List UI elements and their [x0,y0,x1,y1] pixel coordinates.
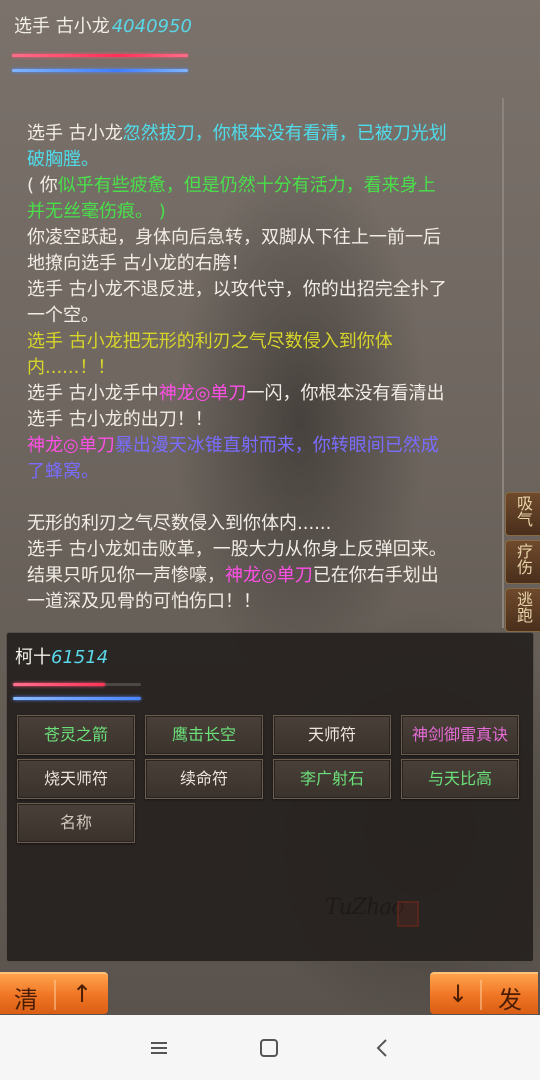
flee-button[interactable]: 逃跑 [505,588,540,632]
log-segment: 选手 古小龙的出刀！！ [27,409,213,430]
log-line: 地撩向选手 古小龙的右胯！ [27,251,477,277]
log-segment: 了蜂窝。 [27,461,99,482]
log-line: 选手 古小龙的出刀！！ [27,407,477,433]
log-segment: 一个空。 [27,305,99,326]
log-blank-line [27,485,477,511]
clear-button[interactable]: 清 [14,980,38,1015]
log-segment: 似乎有些疲惫，但是仍然十分有活力，看来身上 [57,175,436,196]
skill-button[interactable]: 烧天师符 [17,759,135,799]
opponent-hp: 4040950 [111,16,192,37]
player-hp-bar [13,683,105,686]
log-segment: 选手 古小龙手中 [27,383,159,404]
log-line: 了蜂窝。 [27,459,477,485]
log-line: 选手 古小龙如击败革，一股大力从你身上反弹回来。 [27,537,477,563]
skill-button[interactable]: 与天比高 [401,759,519,799]
divider [54,980,56,1010]
log-segment: 神龙◎单刀 [27,435,115,456]
log-line: 结果只听见你一声惨嚎，神龙◎单刀已在你右手划出 [27,563,477,589]
skill-button[interactable]: 神剑御雷真诀 [401,715,519,755]
side-label: 吸气 [514,495,533,527]
log-line: 你凌空跃起，身体向后急转，双脚从下往上一前一后 [27,225,477,251]
log-segment: 忽然拔刀，你根本没有看清，已被刀光划 [122,123,447,144]
log-segment: 神龙◎单刀 [158,383,247,404]
log-line: 无形的利刃之气尽数侵入到你体内...... [27,511,477,537]
log-line: 选手 古小龙把无形的利刃之气尽数侵入到你体 [27,329,477,355]
log-line: 神龙◎单刀暴出漫天冰锥直射而来，你转眼间已然成 [27,433,477,459]
combat-log[interactable]: 选手 古小龙忽然拔刀，你根本没有看清，已被刀光划 破胸膛。( 你似乎有些疲惫，但是… [27,121,477,629]
log-segment: 选手 古小龙 [27,123,123,144]
log-line: 选手 古小龙不退反进，以攻代守，你的出招完全扑了 [27,277,477,303]
log-segment: 暴出漫天冰锥直射而来，你转眼间已然成 [114,435,439,456]
right-control-group: ↓ 发 [430,972,538,1014]
log-line: ( 你似乎有些疲惫，但是仍然十分有活力，看来身上 [27,173,477,199]
home-icon[interactable] [258,1037,280,1059]
log-line: 选手 古小龙手中神龙◎单刀一闪，你根本没有看清出 [27,381,477,407]
log-line: 破胸膛。 [27,147,477,173]
log-line: 内......！！ [27,355,477,381]
log-line: 一道深及见骨的可怕伤口！！ [27,589,477,615]
log-segment: 地撩向选手 古小龙的右胯！ [27,253,249,274]
log-segment: 破胸膛。 [27,149,99,170]
opponent-header: 选手 古小龙 4040950 [14,12,192,42]
log-scrollbar[interactable] [502,98,504,628]
player-mp-bar [13,697,141,700]
log-line: 选手 古小龙忽然拔刀，你根本没有看清，已被刀光划 [27,121,477,147]
log-segment: 一道深及见骨的可怕伤口！！ [27,591,261,612]
player-name: 柯十 [15,647,51,668]
log-segment: 选手 古小龙把无形的利刃之气尽数侵入到你体 [27,331,393,352]
log-segment: 并无丝毫伤痕。 ) [27,201,166,222]
log-segment: 一闪，你根本没有看清出 [246,383,445,404]
skill-button[interactable]: 续命符 [145,759,263,799]
side-label: 逃跑 [514,591,533,623]
opponent-hp-bar [12,54,188,57]
left-control-group: 清 ↑ [0,972,108,1014]
player-panel: 柯十61514 苍灵之箭 鹰击长空 天师符 神剑御雷真诀 烧天师符 续命符 李广… [6,632,534,962]
scroll-up-button[interactable]: ↑ [72,980,92,1008]
heal-button[interactable]: 疗伤 [505,540,540,584]
system-nav-bar [0,1015,540,1080]
log-segment: 选手 古小龙不退反进，以攻代守，你的出招完全扑了 [27,279,447,300]
skill-button[interactable]: 鹰击长空 [145,715,263,755]
artist-signature: TuZhao [325,895,405,920]
log-segment: 结果只听见你一声惨嚎， [27,565,225,586]
side-label: 疗伤 [514,543,533,575]
log-segment: 无形的利刃之气尽数侵入到你体内...... [27,513,332,534]
skill-button[interactable]: 李广射石 [273,759,391,799]
opponent-name: 选手 古小龙 [14,16,110,37]
opponent-mp-bar [12,69,188,72]
log-segment: 已在你右手划出 [312,565,439,586]
skill-button[interactable]: 名称 [17,803,135,843]
log-segment: 选手 古小龙如击败革，一股大力从你身上反弹回来。 [27,539,447,560]
divider [480,980,482,1010]
log-segment: 你凌空跃起，身体向后急转，双脚从下往上一前一后 [27,227,441,248]
player-header: 柯十61514 [15,643,108,669]
log-line: 一个空。 [27,303,477,329]
absorb-qi-button[interactable]: 吸气 [505,492,540,536]
red-seal-stamp [397,901,419,927]
send-button[interactable]: 发 [498,980,522,1015]
player-hp: 61514 [51,647,109,668]
skill-button[interactable]: 天师符 [273,715,391,755]
skill-button[interactable]: 苍灵之箭 [17,715,135,755]
back-icon[interactable] [372,1037,394,1059]
log-segment: 内......！！ [27,357,116,378]
scroll-down-button[interactable]: ↓ [448,980,468,1008]
log-segment: 神龙◎单刀 [225,565,313,586]
log-segment: ( 你 [27,175,58,196]
menu-icon[interactable] [148,1037,170,1059]
log-line: 并无丝毫伤痕。 ) [27,199,477,225]
